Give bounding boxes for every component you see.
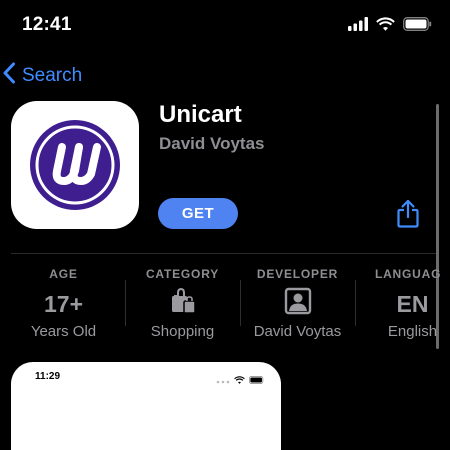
info-age-sub: Years Old (30, 323, 97, 340)
app-developer[interactable]: David Voytas (159, 134, 265, 154)
app-icon (11, 101, 139, 229)
wifi-icon (234, 371, 245, 389)
cellular-signal-icon (348, 17, 368, 36)
info-age: AGE 17+ Years Old (6, 258, 121, 340)
dots-icon (216, 371, 230, 389)
preview-time: 11:29 (35, 371, 61, 382)
unicart-logo (30, 120, 120, 210)
person-icon (284, 287, 312, 321)
info-developer-sub: David Voytas (253, 323, 342, 340)
info-language-value: EN (396, 290, 429, 317)
status-icons (348, 17, 432, 36)
status-time: 12:41 (22, 14, 72, 35)
back-button[interactable]: Search (2, 62, 82, 89)
info-developer: DEVELOPER David Voytas (240, 258, 355, 340)
battery-icon (403, 17, 432, 36)
app-title: Unicart (159, 101, 242, 128)
info-language-sub: English (387, 323, 438, 340)
info-category: CATEGORY Shopping (125, 258, 240, 340)
status-bar: 12:41 (0, 0, 450, 52)
battery-icon (249, 371, 265, 389)
preview-status-icons (216, 371, 265, 389)
info-language: LANGUAGE EN English (355, 258, 440, 340)
info-strip[interactable]: AGE 17+ Years Old CATEGORY Shopping DEVE… (0, 258, 440, 348)
wifi-icon (376, 17, 395, 36)
info-developer-header: DEVELOPER (256, 267, 339, 281)
info-age-header: AGE (49, 267, 78, 281)
share-icon[interactable] (396, 199, 420, 229)
info-category-header: CATEGORY (145, 267, 220, 281)
chevron-left-icon (2, 62, 16, 89)
divider (11, 253, 436, 254)
get-button[interactable]: GET (158, 198, 238, 229)
info-language-header: LANGUAGE (374, 267, 440, 281)
info-category-sub: Shopping (150, 323, 215, 340)
info-age-value: 17+ (43, 290, 83, 317)
back-label: Search (22, 64, 83, 86)
screenshot-preview[interactable]: 11:29 (11, 362, 281, 450)
shopping-bag-icon (170, 287, 196, 321)
